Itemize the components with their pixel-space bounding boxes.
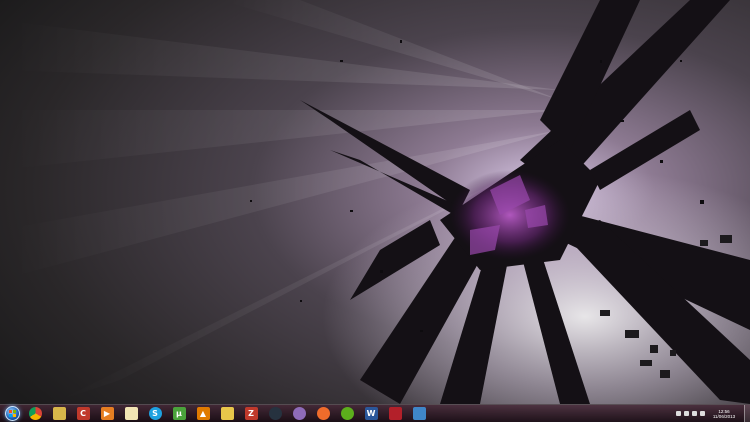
clock[interactable]: 12:56 11/06/2013 [709, 409, 739, 419]
windows-logo-icon [4, 406, 20, 421]
origin-icon [316, 407, 330, 420]
taskbar-pin-app-purple[interactable] [287, 405, 311, 422]
flag-icon[interactable] [684, 411, 689, 416]
puzzle-icon [220, 407, 234, 420]
taskbar-pin-chrome[interactable] [23, 405, 47, 422]
word-icon: W [364, 407, 378, 420]
ccleaner-icon: C [76, 407, 90, 420]
chrome-icon [28, 407, 42, 420]
vlc-icon: ▲ [196, 407, 210, 420]
folder-icon [52, 407, 66, 420]
taskbar-pin-puzzle[interactable] [215, 405, 239, 422]
tray-icons [676, 411, 705, 416]
taskbar-pin-app-blue[interactable] [407, 405, 431, 422]
taskbar-pin-notepad[interactable] [119, 405, 143, 422]
utorrent-icon: µ [172, 407, 186, 420]
taskbar-pin-filezilla[interactable]: Z [239, 405, 263, 422]
media-player-icon: ▶ [100, 407, 114, 420]
arrow-up-icon[interactable] [676, 411, 681, 416]
network-icon[interactable] [692, 411, 697, 416]
red-app-icon [388, 407, 402, 420]
taskbar-pin-skype[interactable]: S [143, 405, 167, 422]
spotify-icon [340, 407, 354, 420]
desktop[interactable]: C ▶ Sµ ▲ Z W 12:56 11/06/2013 [0, 0, 750, 422]
taskbar-pin-media-player[interactable]: ▶ [95, 405, 119, 422]
show-desktop-button[interactable] [744, 404, 750, 422]
wallpaper [0, 0, 750, 422]
volume-icon[interactable] [700, 411, 705, 416]
taskbar: C ▶ Sµ ▲ Z W 12:56 11/06/2013 [0, 404, 750, 422]
start-button[interactable] [1, 405, 23, 422]
taskbar-pin-word[interactable]: W [359, 405, 383, 422]
pinned-apps: C ▶ Sµ ▲ Z W [23, 405, 431, 422]
skype-icon: S [148, 407, 162, 420]
filezilla-icon: Z [244, 407, 258, 420]
steam-icon [268, 407, 282, 420]
taskbar-pin-spotify[interactable] [335, 405, 359, 422]
taskbar-pin-vlc[interactable]: ▲ [191, 405, 215, 422]
taskbar-pin-ccleaner[interactable]: C [71, 405, 95, 422]
taskbar-pin-utorrent[interactable]: µ [167, 405, 191, 422]
blue-app-icon [412, 407, 426, 420]
system-tray: 12:56 11/06/2013 [676, 404, 750, 422]
taskbar-pin-explorer[interactable] [47, 405, 71, 422]
notepad-icon [124, 407, 138, 420]
taskbar-pin-steam[interactable] [263, 405, 287, 422]
taskbar-pin-app-red[interactable] [383, 405, 407, 422]
taskbar-pin-origin[interactable] [311, 405, 335, 422]
purple-app-icon [292, 407, 306, 420]
clock-date: 11/06/2013 [712, 413, 736, 419]
